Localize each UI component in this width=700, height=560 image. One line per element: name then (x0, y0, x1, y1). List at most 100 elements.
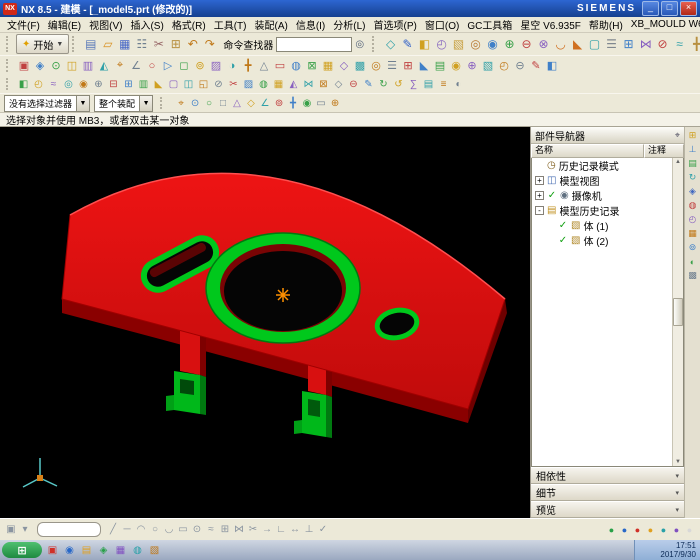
emboss-tool-icon[interactable]: ◭ (286, 77, 301, 92)
tree-scrollbar[interactable]: ▲ ▼ (672, 158, 683, 466)
tree-row[interactable]: ◷历史记录模式 (532, 158, 683, 173)
menu-item-6[interactable]: 工具(T) (210, 17, 251, 33)
intersection-point-icon[interactable]: △ (230, 96, 244, 110)
datum-plane-icon[interactable]: ◇ (382, 36, 399, 53)
toolbar-grip[interactable] (160, 97, 167, 110)
system-scenes-icon[interactable]: ▩ (686, 269, 699, 282)
make-corner-icon[interactable]: ∟ (274, 523, 288, 537)
datum-csys-icon[interactable]: ▨ (208, 58, 224, 74)
status-input-field[interactable] (37, 522, 101, 537)
point-icon[interactable]: ⊙ (190, 523, 204, 537)
pad-tool-icon[interactable]: ⊞ (121, 77, 136, 92)
command-finder-input[interactable] (276, 37, 352, 52)
patch-tool-icon[interactable]: ▨ (241, 77, 256, 92)
constraint-icon[interactable]: ⊥ (302, 523, 316, 537)
panel-section-3[interactable]: 预览▾ (531, 501, 684, 518)
roles-icon[interactable]: ◐ (686, 255, 699, 268)
pocket-tool-icon[interactable]: ⊟ (106, 77, 121, 92)
measure-angle-icon[interactable]: ▩ (352, 58, 368, 74)
undo-icon[interactable]: ↶ (184, 36, 201, 53)
menu-item-12[interactable]: GC工具箱 (463, 17, 516, 33)
instance-tool-icon[interactable]: ⊠ (316, 77, 331, 92)
process-studio-icon[interactable]: ⊚ (686, 241, 699, 254)
rotate-view-icon[interactable]: ▥ (80, 58, 96, 74)
menu-item-15[interactable]: XB_MOULD W6.T (627, 18, 700, 31)
profile-icon[interactable]: ╱ (106, 523, 120, 537)
view-section-icon[interactable]: ⊚ (192, 58, 208, 74)
tray-app-3-icon[interactable]: ● (631, 523, 644, 536)
shell-tool-icon[interactable]: ▢ (166, 77, 181, 92)
menu-item-5[interactable]: 格式(R) (168, 17, 210, 33)
cue-options-icon[interactable]: ▾ (18, 523, 32, 537)
tree-row[interactable]: +✓◉摄像机 (532, 188, 683, 203)
revolve-icon[interactable]: ◴ (433, 36, 450, 53)
end-point-icon[interactable]: ⊙ (188, 96, 202, 110)
measure-distance-icon[interactable]: ◇ (336, 58, 352, 74)
system-materials-icon[interactable]: ▦ (686, 227, 699, 240)
mirror-body-icon[interactable]: ◇ (331, 77, 346, 92)
edge-blend-icon[interactable]: ◡ (552, 36, 569, 53)
extrude-tool-icon[interactable]: ◧ (16, 77, 31, 92)
quick-launch-1-icon[interactable]: ▣ (45, 543, 60, 558)
polygon-tool-icon[interactable]: ◍ (288, 58, 304, 74)
menu-item-11[interactable]: 窗口(O) (421, 17, 463, 33)
window-cascade-icon[interactable]: ⊖ (512, 58, 528, 74)
chevron-down-icon[interactable]: ▼ (139, 96, 152, 111)
reuse-library-icon[interactable]: ↻ (686, 171, 699, 184)
start-menu-button[interactable]: ✦ 开始 ▼ (16, 34, 69, 54)
subtract-icon[interactable]: ⊖ (518, 36, 535, 53)
rectangle-icon[interactable]: ▭ (176, 523, 190, 537)
rectangle-tool-icon[interactable]: ▭ (272, 58, 288, 74)
close-button[interactable]: × (680, 1, 697, 16)
arc-center-icon[interactable]: ◇ (244, 96, 258, 110)
tree-row[interactable]: +◫模型视图 (532, 173, 683, 188)
wave-link-icon[interactable]: ≡ (436, 77, 451, 92)
copy-icon[interactable]: ⊞ (167, 36, 184, 53)
show-hide-icon[interactable]: ⊞ (400, 58, 416, 74)
layer-settings-icon[interactable]: ◻ (176, 58, 192, 74)
finish-sketch-icon[interactable]: ✓ (316, 523, 330, 537)
edit-feature-icon[interactable]: ✎ (361, 77, 376, 92)
redo-icon[interactable]: ↷ (201, 36, 218, 53)
tree-row[interactable]: -▤模型历史记录 (532, 203, 683, 218)
pattern-feature-icon[interactable]: ⊞ (620, 36, 637, 53)
expander-icon[interactable]: - (535, 206, 544, 215)
orient-view-icon[interactable]: ◴ (496, 58, 512, 74)
pin-icon[interactable]: ⌖ (675, 130, 680, 141)
spline-tool-icon[interactable]: ⊠ (304, 58, 320, 74)
boss-tool-icon[interactable]: ⊕ (91, 77, 106, 92)
shaded-view-icon[interactable]: ⌖ (112, 58, 128, 74)
mirror-curve-icon[interactable]: ⋈ (232, 523, 246, 537)
wireframe-view-icon[interactable]: ∠ (128, 58, 144, 74)
tray-app-4-icon[interactable]: ● (644, 523, 657, 536)
grid-settings-icon[interactable]: ▧ (480, 58, 496, 74)
tray-app-5-icon[interactable]: ● (657, 523, 670, 536)
tube-tool-icon[interactable]: ◎ (61, 77, 76, 92)
zoom-icon[interactable]: ⊙ (48, 58, 64, 74)
refresh-icon[interactable]: ▣ (16, 58, 32, 74)
checkmark-icon[interactable]: ✓ (558, 235, 568, 246)
wrap-tool-icon[interactable]: ◍ (256, 77, 271, 92)
playback-forward-icon[interactable]: ↻ (376, 77, 391, 92)
menu-item-8[interactable]: 信息(I) (292, 17, 329, 33)
pan-icon[interactable]: ◫ (64, 58, 80, 74)
toolbar-grip[interactable] (372, 36, 379, 51)
title-bar[interactable]: NX NX 8.5 - 建模 - [_model5.prt (修改的)] SIE… (0, 0, 700, 17)
split-body-icon[interactable]: ⊘ (211, 77, 226, 92)
constraint-navigator-icon[interactable]: ⊥ (686, 143, 699, 156)
wcs-triad-icon[interactable] (23, 458, 57, 487)
cut-icon[interactable]: ✂ (150, 36, 167, 53)
playback-back-icon[interactable]: ↺ (391, 77, 406, 92)
offset-face-icon[interactable]: ◫ (181, 77, 196, 92)
immediate-hide-icon[interactable]: ◣ (416, 58, 432, 74)
scale-tool-icon[interactable]: ◱ (196, 77, 211, 92)
circle-icon[interactable]: ○ (148, 523, 162, 537)
object-display-icon[interactable]: ◎ (368, 58, 384, 74)
extrude-icon[interactable]: ◧ (416, 36, 433, 53)
point-on-curve-icon[interactable]: ╋ (286, 96, 300, 110)
information-tool-icon[interactable]: ◧ (544, 58, 560, 74)
os-start-button[interactable]: ⊞ (2, 542, 42, 558)
column-header-comment[interactable]: 注释 (644, 144, 684, 158)
quick-launch-7-icon[interactable]: ▧ (147, 543, 162, 558)
trim-tool-icon[interactable]: ✂ (226, 77, 241, 92)
